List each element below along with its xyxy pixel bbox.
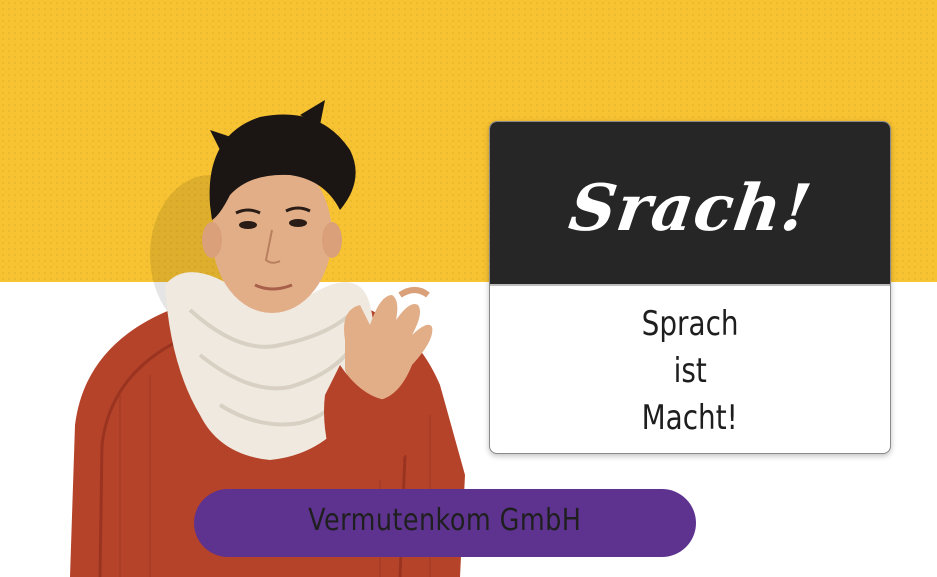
card-body: Sprach ist Macht! [490,286,890,453]
slogan-line-2: ist [673,351,707,391]
company-name: Vermutenkom GmbH [308,502,582,538]
card-header: Srach! [490,122,890,286]
card-title: Srach! [564,170,816,246]
slogan-card: Srach! Sprach ist Macht! [489,121,891,454]
slogan-line-1: Sprach [641,304,739,344]
slogan-line-3: Macht! [641,398,739,438]
company-pill: Vermutenkom GmbH [194,489,696,557]
